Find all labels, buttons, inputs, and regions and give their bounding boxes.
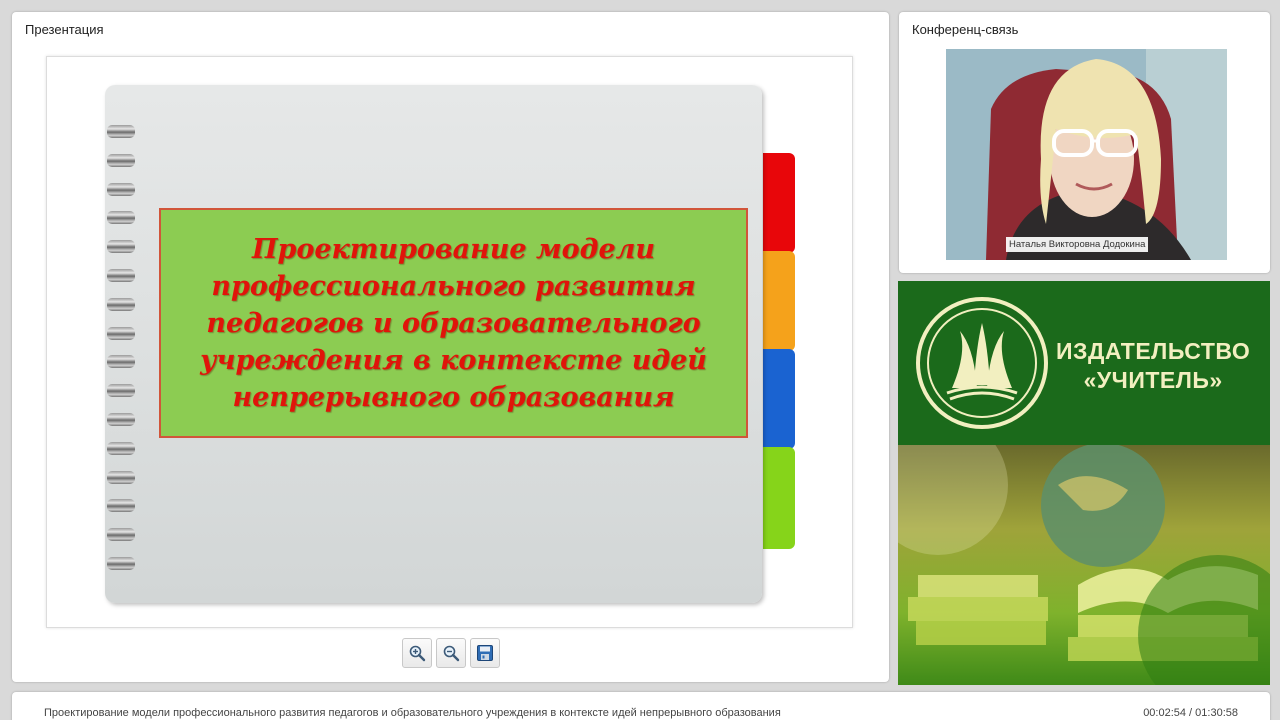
spiral-ring bbox=[107, 297, 135, 311]
participant-avatar bbox=[946, 49, 1227, 260]
presentation-panel-title: Презентация bbox=[25, 22, 104, 37]
slide-title: Проектирование модели профессионального … bbox=[200, 233, 707, 413]
slide-toolbar bbox=[402, 638, 500, 668]
slide-viewer[interactable]: Проектирование модели профессионального … bbox=[46, 56, 853, 628]
playback-time: 00:02:54 / 01:30:58 bbox=[1143, 707, 1238, 719]
spiral-ring bbox=[107, 528, 135, 542]
conference-panel: Конференц-связь Наталья Викторовна Додок… bbox=[899, 12, 1270, 273]
zoom-in-button[interactable] bbox=[402, 638, 432, 668]
zoom-in-icon bbox=[409, 645, 426, 662]
zoom-out-button[interactable] bbox=[436, 638, 466, 668]
books-globe-illustration bbox=[898, 415, 1270, 685]
slide-title-box: Проектирование модели профессионального … bbox=[159, 208, 748, 438]
publisher-name: ИЗДАТЕЛЬСТВО «УЧИТЕЛЬ» bbox=[1056, 337, 1250, 395]
publisher-name-line2: «УЧИТЕЛЬ» bbox=[1083, 367, 1223, 393]
save-button[interactable] bbox=[470, 638, 500, 668]
spiral-ring bbox=[107, 125, 135, 138]
player-footer: Проектирование модели профессионального … bbox=[12, 692, 1270, 720]
slide-tab-green bbox=[763, 447, 795, 549]
zoom-out-icon bbox=[443, 645, 460, 662]
spiral-ring bbox=[107, 182, 135, 196]
conference-panel-title: Конференц-связь bbox=[912, 22, 1019, 37]
participant-video[interactable]: Наталья Викторовна Додокина bbox=[946, 49, 1227, 260]
slide-tab-orange bbox=[763, 251, 795, 351]
footer-presentation-title: Проектирование модели профессионального … bbox=[44, 707, 781, 719]
spiral-ring bbox=[107, 269, 135, 282]
spiral-ring bbox=[107, 355, 135, 369]
slide-tab-blue bbox=[763, 349, 795, 449]
publisher-banner: ИЗДАТЕЛЬСТВО «УЧИТЕЛЬ» bbox=[898, 281, 1270, 685]
spiral-ring bbox=[107, 470, 135, 484]
publisher-logo-icon bbox=[916, 297, 1048, 429]
spiral-ring bbox=[107, 153, 135, 167]
spiral-ring bbox=[107, 211, 135, 225]
presentation-panel: Презентация Проектирование модели профес… bbox=[12, 12, 889, 682]
spiral-ring bbox=[107, 413, 135, 426]
participant-name-label: Наталья Викторовна Додокина bbox=[1006, 237, 1149, 252]
spiral-ring bbox=[107, 326, 135, 340]
publisher-logo-area: ИЗДАТЕЛЬСТВО «УЧИТЕЛЬ» bbox=[898, 281, 1270, 445]
spiral-ring bbox=[107, 240, 135, 254]
spiral-ring bbox=[107, 384, 135, 398]
spiral-ring bbox=[107, 557, 135, 570]
spiral-ring bbox=[107, 441, 135, 455]
spiral-ring bbox=[107, 499, 135, 513]
slide-tab-red bbox=[763, 153, 795, 253]
publisher-name-line1: ИЗДАТЕЛЬСТВО bbox=[1056, 338, 1251, 364]
publisher-books-image bbox=[898, 415, 1270, 685]
save-icon bbox=[477, 645, 493, 661]
